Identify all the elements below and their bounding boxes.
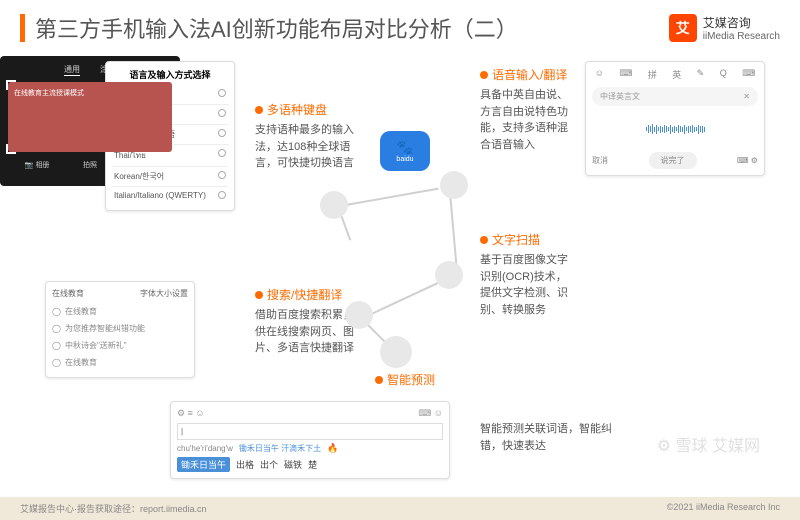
watermark: ⚙ 雪球 艾媒网	[657, 432, 760, 456]
ime-mockup: ⚙ ≡ ☺⌨ ☺ | chu'he'ri'dang'w 锄禾日当午 汗滴禾下土 …	[170, 401, 450, 479]
waveform-icon	[592, 114, 758, 144]
callout-voice: 语音输入/翻译 具备中英自由说、方言自由说特色功能，支持多语种混合语音输入	[480, 66, 575, 153]
logo-icon: 艾	[669, 14, 697, 42]
search-mockup: 在线教育字体大小设置 ◯ 在线教育 ◯ 为您推荐智能纠错功能 ◯ 中秋诗会"送新…	[45, 281, 195, 378]
brand-logo: 艾 艾媒咨询 iiMedia Research	[669, 14, 780, 42]
content-area: 语言及输入方式选择 粤语 语音 Japanese/日本語 Thai/ไทย Ko…	[0, 56, 800, 486]
callout-predict-title: 智能预测	[375, 371, 435, 392]
voice-input-mockup: ☺⌨ 拼英 ✎Q ⌨ 中译英言文✕ 取消说完了⌨ ⚙	[585, 61, 765, 176]
feature-diagram	[310, 161, 480, 351]
page-title: 第三方手机输入法AI创新功能布局对比分析（二）	[35, 12, 518, 44]
callout-ocr: 文字扫描 基于百度图像文字识别(OCR)技术，提供文字检测、识别、转换服务	[480, 231, 575, 318]
footer: 艾媒报告中心·报告获取途径：report.iimedia.cn ©2021 ii…	[0, 497, 800, 520]
accent-bar	[20, 14, 25, 42]
callout-predict-desc: 智能预测关联词语，智能纠错，快速表达	[480, 421, 620, 454]
header: 第三方手机输入法AI创新功能布局对比分析（二） 艾 艾媒咨询 iiMedia R…	[0, 0, 800, 56]
